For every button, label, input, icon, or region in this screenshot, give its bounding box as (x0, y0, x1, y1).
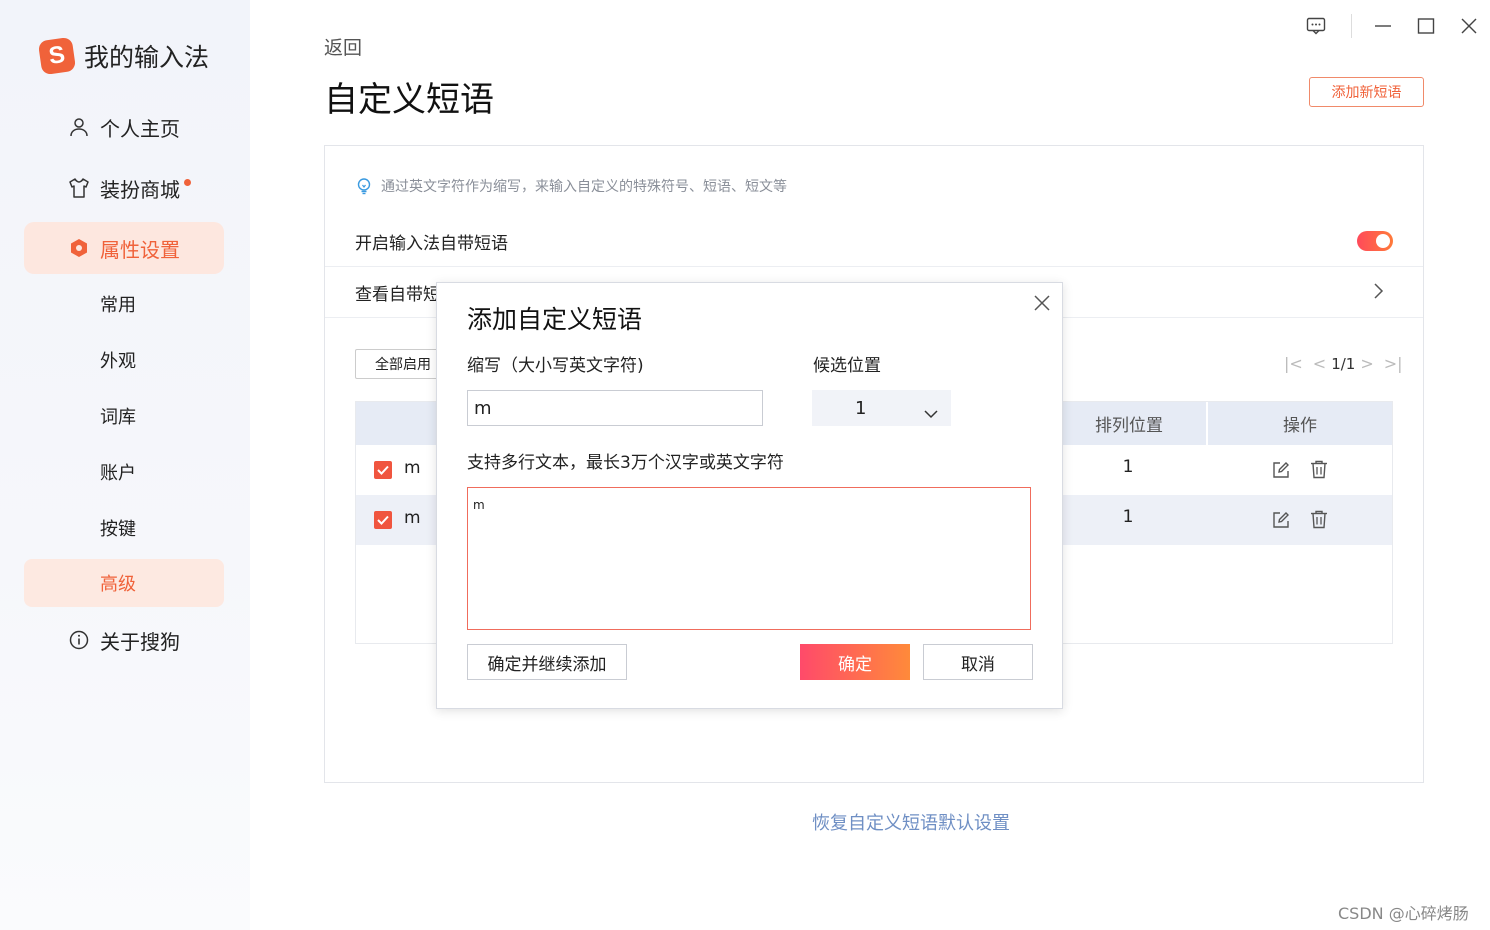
title-bar-divider (1351, 14, 1352, 38)
candidate-position-select[interactable]: 1 (812, 390, 951, 426)
sidebar-subitem-appearance[interactable]: 外观 (24, 336, 224, 384)
edit-icon[interactable] (1272, 461, 1290, 483)
sidebar: S 我的输入法 个人主页 装扮商城 属性设置 常用 外观 词库 账户 按键 高级… (0, 0, 250, 930)
notification-dot (184, 178, 191, 186)
cancel-button[interactable]: 取消 (923, 644, 1033, 680)
chevron-right-icon[interactable] (1371, 282, 1385, 304)
abbreviation-input[interactable] (467, 390, 763, 426)
delete-icon[interactable] (1310, 510, 1328, 533)
candidate-position-label: 候选位置 (813, 356, 881, 376)
row-checkbox[interactable] (374, 511, 392, 529)
close-window-icon[interactable] (1455, 12, 1483, 40)
sidebar-item-label: 关于搜狗 (100, 629, 180, 654)
chevron-down-icon (924, 403, 938, 424)
first-page-icon[interactable]: |< (1284, 354, 1303, 373)
brand: S 我的输入法 (37, 36, 210, 76)
builtin-phrase-toggle[interactable] (1357, 231, 1393, 251)
hexagon-settings-icon (68, 237, 90, 259)
enable-all-button[interactable]: 全部启用 (355, 349, 447, 379)
confirm-and-continue-button[interactable]: 确定并继续添加 (467, 644, 627, 680)
app-window: S 我的输入法 个人主页 装扮商城 属性设置 常用 外观 词库 账户 按键 高级… (0, 0, 1490, 930)
sidebar-item-label: 装扮商城 (100, 177, 180, 202)
sidebar-item-about[interactable]: 关于搜狗 (24, 614, 224, 666)
cell-position: 1 (1122, 507, 1134, 527)
restore-defaults-link[interactable]: 恢复自定义短语默认设置 (812, 809, 1010, 835)
confirm-button[interactable]: 确定 (800, 644, 910, 680)
sidebar-subitem-account[interactable]: 账户 (24, 448, 224, 496)
abbreviation-label: 缩写（大小写英文字符) (467, 356, 644, 376)
watermark: CSDN @心碎烤肠 (1338, 904, 1469, 923)
page-title: 自定义短语 (324, 80, 494, 120)
lightbulb-icon (357, 178, 371, 195)
selected-position: 1 (855, 397, 867, 419)
view-builtin-phrases-label[interactable]: 查看自带短 (355, 280, 440, 305)
sidebar-subitem-common[interactable]: 常用 (24, 280, 224, 328)
next-page-icon[interactable]: > (1360, 354, 1373, 373)
sidebar-subitem-dictionary[interactable]: 词库 (24, 392, 224, 440)
app-name: 我的输入法 (84, 43, 210, 72)
pagination: |< < 1/1 > >| (1279, 354, 1408, 373)
minimize-icon[interactable] (1369, 12, 1397, 40)
phrase-content-label: 支持多行文本，最长3万个汉字或英文字符 (467, 453, 784, 473)
column-position: 排列位置 (1095, 416, 1163, 436)
edit-icon[interactable] (1272, 511, 1290, 533)
cell-position: 1 (1122, 457, 1134, 477)
page-indicator: 1/1 (1331, 354, 1356, 373)
shirt-icon (68, 177, 90, 199)
delete-icon[interactable] (1310, 460, 1328, 483)
sidebar-subitem-advanced[interactable]: 高级 (24, 559, 224, 607)
builtin-phrase-label: 开启输入法自带短语 (355, 234, 508, 254)
phrase-content-textarea[interactable]: m (467, 487, 1031, 630)
sidebar-item-profile[interactable]: 个人主页 (24, 101, 224, 153)
user-icon (68, 116, 90, 138)
hint: 通过英文字符作为缩写，来输入自定义的特殊符号、短语、短文等 (355, 176, 787, 196)
last-page-icon[interactable]: >| (1384, 354, 1403, 373)
sidebar-item-settings[interactable]: 属性设置 (24, 222, 224, 274)
dialog-title: 添加自定义短语 (467, 305, 643, 334)
add-phrase-button[interactable]: 添加新短语 (1309, 77, 1424, 107)
sogou-logo-icon: S (37, 36, 77, 76)
sidebar-item-label: 个人主页 (100, 116, 180, 141)
maximize-icon[interactable] (1412, 12, 1440, 40)
sidebar-item-label: 属性设置 (100, 237, 180, 262)
info-icon (68, 629, 90, 651)
cell-abbreviation: m (404, 458, 421, 478)
sidebar-subitem-keys[interactable]: 按键 (24, 504, 224, 552)
sidebar-item-shop[interactable]: 装扮商城 (24, 162, 224, 214)
prev-page-icon[interactable]: < (1313, 354, 1326, 373)
cell-abbreviation: m (404, 508, 421, 528)
add-phrase-dialog: 添加自定义短语 缩写（大小写英文字符) 候选位置 1 支持多行文本，最长3万个汉… (436, 282, 1063, 709)
back-link[interactable]: 返回 (324, 33, 362, 60)
close-icon[interactable] (1033, 294, 1051, 316)
feedback-icon[interactable] (1302, 12, 1330, 40)
column-actions: 操作 (1283, 416, 1317, 436)
hint-text: 通过英文字符作为缩写，来输入自定义的特殊符号、短语、短文等 (381, 179, 787, 195)
row-checkbox[interactable] (374, 461, 392, 479)
divider (325, 266, 1423, 267)
